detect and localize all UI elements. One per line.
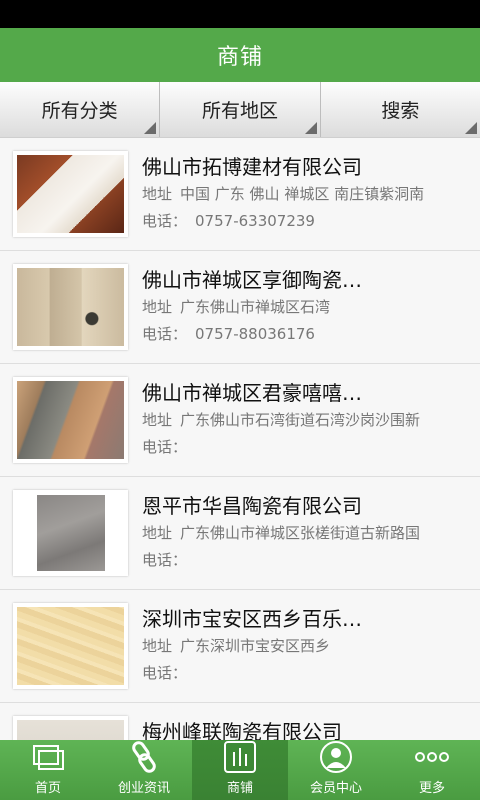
member-icon [320, 741, 352, 773]
shop-name: 佛山市拓博建材有限公司 [142, 155, 362, 179]
tile-image [17, 720, 124, 740]
shop-address: 广东佛山市石湾街道石湾沙岗沙围新 [180, 411, 421, 429]
shop-thumbnail [13, 716, 128, 740]
shop-phone: 0757-88036176 [195, 325, 315, 343]
shop-thumbnail [13, 151, 128, 237]
nav-news-label: 创业资讯 [117, 781, 170, 796]
search-button[interactable]: 搜索 [320, 82, 480, 137]
nav-news[interactable]: 创业资讯 [96, 740, 192, 800]
filter-bar: 所有分类 所有地区 搜索 [0, 82, 480, 138]
tile-image [17, 607, 124, 685]
phone-label: 电话： [142, 325, 188, 343]
shop-name: 佛山市禅城区君豪嘻嘻… [142, 381, 362, 405]
nav-shop-label: 商铺 [226, 781, 253, 796]
search-label: 搜索 [381, 100, 420, 122]
tile-image [17, 268, 124, 346]
more-icon [415, 752, 449, 762]
nav-member-label: 会员中心 [309, 781, 362, 796]
address-label: 地址 [142, 185, 173, 203]
shop-address: 广东佛山市禅城区张槎街道古新路国 [180, 524, 421, 542]
dropdown-corner-icon [144, 122, 157, 134]
address-label: 地址 [142, 637, 173, 655]
shop-thumbnail [13, 377, 128, 463]
shop-thumbnail [13, 603, 128, 689]
shop-name: 佛山市禅城区享御陶瓷… [142, 268, 362, 292]
filter-region-label: 所有地区 [201, 100, 278, 122]
shop-name: 深圳市宝安区西乡百乐… [142, 607, 362, 631]
filter-category-label: 所有分类 [41, 100, 118, 122]
nav-home[interactable]: 首页 [0, 740, 96, 800]
filter-region-button[interactable]: 所有地区 [160, 82, 321, 137]
home-icon [33, 745, 64, 770]
address-label: 地址 [142, 298, 173, 316]
shop-list-item[interactable]: 深圳市宝安区西乡百乐… 地址 广东深圳市宝安区西乡 电话： [0, 590, 480, 703]
address-label: 地址 [142, 524, 173, 542]
phone-label: 电话： [142, 551, 188, 569]
dropdown-corner-icon [464, 122, 477, 134]
nav-home-label: 首页 [34, 781, 61, 796]
shop-thumbnail [13, 490, 128, 576]
shop-name: 梅州峰联陶瓷有限公司 [142, 720, 342, 740]
shop-address: 广东深圳市宝安区西乡 [180, 637, 331, 655]
shop-icon [224, 741, 256, 773]
dropdown-corner-icon [304, 122, 317, 134]
shop-list-item[interactable]: 恩平市华昌陶瓷有限公司 地址 广东佛山市禅城区张槎街道古新路国 电话： [0, 477, 480, 590]
shop-list-item[interactable]: 梅州峰联陶瓷有限公司 地址 电话： [0, 703, 480, 740]
tile-image [17, 381, 124, 459]
shop-phone: 0757-63307239 [195, 212, 315, 230]
title-bar: 商铺 [0, 28, 480, 82]
phone-label: 电话： [142, 664, 188, 682]
link-icon [132, 741, 156, 773]
shop-address: 广东佛山市禅城区石湾 [180, 298, 331, 316]
tile-image [17, 155, 124, 233]
shop-list[interactable]: 佛山市拓博建材有限公司 地址 中国 广东 佛山 禅城区 南庄镇紫洞南 电话： 075… [0, 138, 480, 740]
shop-name: 恩平市华昌陶瓷有限公司 [142, 494, 362, 518]
phone-label: 电话： [142, 438, 188, 456]
shop-address: 中国 广东 佛山 禅城区 南庄镇紫洞南 [180, 185, 425, 203]
shop-thumbnail [13, 264, 128, 350]
nav-member[interactable]: 会员中心 [288, 740, 384, 800]
address-label: 地址 [142, 411, 173, 429]
nav-more[interactable]: 更多 [384, 740, 480, 800]
shop-list-item[interactable]: 佛山市拓博建材有限公司 地址 中国 广东 佛山 禅城区 南庄镇紫洞南 电话： 075… [0, 138, 480, 251]
shop-list-item[interactable]: 佛山市禅城区君豪嘻嘻… 地址 广东佛山市石湾街道石湾沙岗沙围新 电话： [0, 364, 480, 477]
tile-image [36, 495, 105, 571]
nav-more-label: 更多 [418, 781, 445, 796]
phone-label: 电话： [142, 212, 188, 230]
page-title: 商铺 [216, 45, 263, 70]
bottom-nav: 首页 创业资讯 商铺 会员中心 更多 [0, 740, 480, 800]
filter-category-button[interactable]: 所有分类 [0, 82, 161, 137]
shop-list-item[interactable]: 佛山市禅城区享御陶瓷… 地址 广东佛山市禅城区石湾 电话： 0757-8803617… [0, 251, 480, 364]
status-bar [0, 0, 480, 28]
nav-shop[interactable]: 商铺 [192, 740, 288, 800]
